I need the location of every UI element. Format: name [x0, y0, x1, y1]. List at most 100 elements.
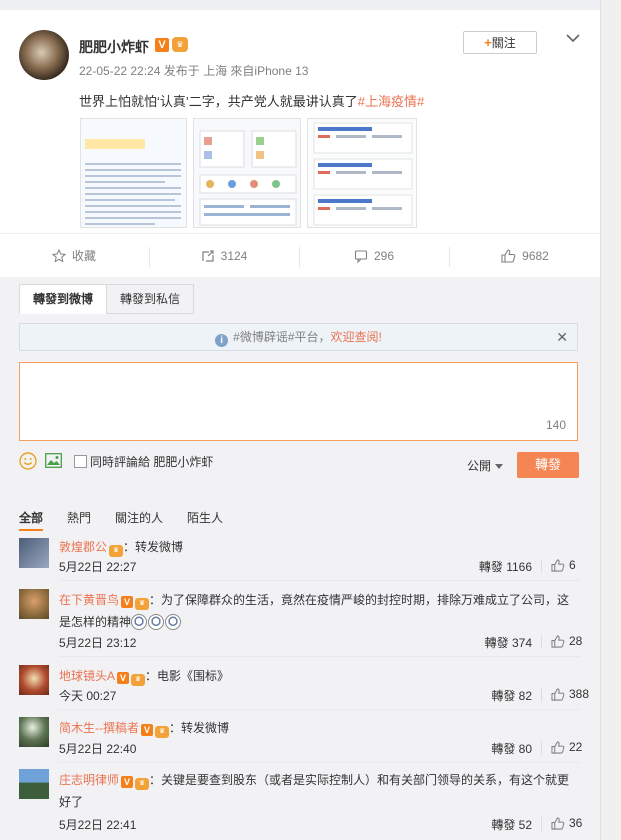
comment-text-line: 在下黄晋鸟 V ♛ ：为了保障群众的生活，竟然在疫情严峻的封控时期，排除万难成立了公司…: [59, 589, 579, 633]
comment-like-count: 22: [569, 740, 583, 754]
commenter-name[interactable]: 敦煌郡公: [59, 540, 107, 554]
char-counter: 140: [545, 418, 566, 432]
comment-like-button[interactable]: 28: [551, 634, 582, 648]
commenter-name[interactable]: 在下黄晋鸟: [59, 593, 119, 607]
chevron-down-icon[interactable]: [565, 30, 581, 46]
comment-like-count: 28: [569, 634, 583, 648]
notice-link[interactable]: 欢迎查阅!: [331, 330, 382, 344]
comment-text-line: 地球镜头A V ♛ ：电影《围标》: [59, 665, 579, 687]
comment-like-count: 6: [569, 558, 576, 572]
rumor-notice: i #微博辟谣#平台，欢迎查阅! ✕: [19, 323, 578, 351]
post-image-3[interactable]: [307, 118, 417, 228]
divider: [541, 635, 542, 649]
comment-time: 5月22日 22:41: [59, 818, 137, 832]
comment-forward-button[interactable]: 轉發 52: [491, 816, 532, 833]
thumbs-up-icon: [551, 740, 565, 754]
comment-like-button[interactable]: 6: [551, 558, 576, 572]
plus-icon: +: [484, 35, 492, 50]
level-badge-icon: ♛: [135, 598, 150, 610]
verified-badge-icon: V: [121, 776, 134, 788]
comment-forward-button[interactable]: 轉發 374: [485, 634, 532, 651]
comment-body: ：电影《围标》: [145, 669, 230, 683]
scrollbar[interactable]: [600, 0, 621, 840]
comment-forward-button[interactable]: 轉發 82: [491, 687, 532, 704]
post-text: 世界上怕就怕‘认真’二字，共产党人就最讲认真了#上海疫情#: [79, 94, 425, 109]
post-image-1[interactable]: [80, 118, 187, 228]
emoji-icon: [165, 614, 182, 630]
tab-forward-message[interactable]: 轉發到私信: [106, 284, 195, 314]
comment-like-button[interactable]: 388: [551, 687, 589, 701]
hashtag-link[interactable]: #上海疫情#: [358, 94, 424, 109]
filter-hot[interactable]: 熱門: [67, 509, 91, 526]
favorite-button[interactable]: 收藏: [0, 234, 148, 278]
filter-strangers[interactable]: 陌生人: [187, 509, 223, 526]
comment-body: ：转发微博: [169, 721, 230, 735]
level-badge-icon: ♛: [131, 674, 146, 686]
post-image-2[interactable]: [193, 118, 301, 228]
comment-like-count: 36: [569, 816, 583, 830]
forward-submit-button[interactable]: 轉發: [517, 452, 579, 478]
commenter-name[interactable]: 庄志明律师: [59, 773, 119, 787]
comment-forward-button[interactable]: 轉發 80: [491, 740, 532, 757]
comment-time: 今天 00:27: [59, 689, 117, 703]
commenter-name[interactable]: 地球镜头A: [59, 669, 115, 683]
commenter-avatar[interactable]: [19, 717, 49, 747]
verified-badge-icon: V: [141, 724, 153, 736]
comment-body: ：转发微博: [123, 540, 184, 554]
verified-badge-icon: V: [155, 38, 169, 52]
comment-divider: [59, 580, 580, 581]
verified-badge-icon: V: [121, 596, 134, 608]
commenter-avatar[interactable]: [19, 589, 49, 619]
comment-text-line: 庄志明律师 V ♛ ：关键是要查到股东（或者是实际控制人）和有关部门领导的关系，有这个…: [59, 769, 579, 813]
caret-down-icon: [495, 464, 504, 469]
filter-following[interactable]: 關注的人: [115, 509, 163, 526]
comment-icon: [354, 250, 368, 263]
level-badge-icon: ♛: [135, 778, 150, 790]
commenter-avatar[interactable]: [19, 538, 49, 568]
divider: [541, 688, 542, 702]
comment-like-count: 388: [569, 687, 590, 701]
thumbs-up-icon: [551, 558, 565, 572]
thumbs-up-icon: [551, 634, 565, 648]
forward-textarea[interactable]: 140: [19, 362, 578, 441]
comment-text-line: 简木生--撰稿者 V ♛ ：转发微博: [59, 717, 579, 739]
follow-button[interactable]: +關注: [463, 31, 537, 54]
author-name[interactable]: 肥肥小炸虾: [79, 37, 149, 57]
divider: [541, 741, 542, 755]
also-comment-label: 同時評論給 肥肥小炸虾: [90, 455, 214, 469]
verified-badge-icon: V: [117, 672, 130, 684]
divider: [541, 817, 542, 831]
forward-tabs: 轉發到微博 轉發到私信: [19, 284, 195, 314]
comment-like-button[interactable]: 22: [551, 740, 582, 754]
comment-time: 5月22日 23:12: [59, 636, 137, 650]
emoji-icon: [131, 614, 148, 630]
visibility-select[interactable]: 公開: [467, 457, 504, 474]
commenter-name[interactable]: 简木生--撰稿者: [59, 721, 139, 735]
active-filter-indicator: [19, 529, 43, 531]
comment-divider: [59, 656, 580, 657]
commenter-avatar[interactable]: [19, 769, 49, 799]
like-button[interactable]: 9682: [450, 234, 600, 278]
close-icon[interactable]: ✕: [556, 324, 568, 350]
post-meta: 22-05-22 22:24 发布于 上海 來自iPhone 13: [79, 64, 309, 78]
comment-like-button[interactable]: 36: [551, 816, 582, 830]
tab-forward-weibo[interactable]: 轉發到微博: [19, 284, 108, 314]
emoji-icon[interactable]: [19, 452, 37, 470]
emoji-icon: [148, 614, 165, 630]
also-comment-checkbox[interactable]: [74, 455, 87, 468]
filter-all[interactable]: 全部: [19, 509, 43, 526]
thumbs-up-icon: [551, 687, 565, 701]
thumbs-up-icon: [501, 249, 516, 263]
commenter-avatar[interactable]: [19, 665, 49, 695]
repost-button[interactable]: 3124: [150, 234, 298, 278]
level-badge-icon: ♛: [172, 37, 188, 52]
author-avatar[interactable]: [19, 30, 69, 80]
comment-forward-button[interactable]: 轉發 1166: [479, 558, 532, 575]
comment-text-line: 敦煌郡公 ♛ ：转发微博: [59, 536, 579, 558]
thumbs-up-icon: [551, 816, 565, 830]
comment-time: 5月22日 22:40: [59, 742, 137, 756]
comment-divider: [59, 762, 580, 763]
image-icon[interactable]: [45, 453, 62, 468]
comment-button[interactable]: 296: [300, 234, 448, 278]
level-badge-icon: ♛: [109, 545, 124, 557]
